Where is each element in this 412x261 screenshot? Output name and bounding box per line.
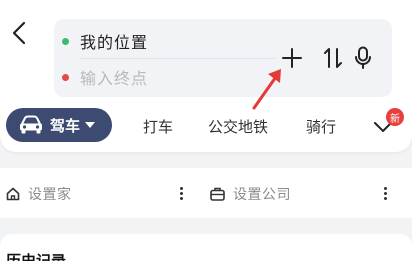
swap-vertical-icon xyxy=(324,48,342,68)
car-icon xyxy=(20,115,42,134)
tab-transit[interactable]: 公交地铁 xyxy=(208,116,268,137)
start-dot xyxy=(62,37,69,45)
route-header: 我的位置 输入终点 驾车 打车 公交地铁 骑行 新 xyxy=(0,0,412,152)
dot xyxy=(383,196,387,200)
dot xyxy=(179,191,183,195)
travel-mode-tabs: 驾车 打车 公交地铁 骑行 新 xyxy=(0,108,412,144)
dot xyxy=(179,186,183,190)
input-divider xyxy=(80,58,275,59)
end-point-row[interactable]: 输入终点 xyxy=(62,65,148,89)
start-point-row[interactable]: 我的位置 xyxy=(62,29,148,53)
tab-taxi[interactable]: 打车 xyxy=(143,116,173,137)
annotation-arrow xyxy=(252,69,281,110)
set-company-label: 设置公司 xyxy=(233,187,291,203)
home-icon xyxy=(6,187,20,201)
set-company-button[interactable]: 设置公司 xyxy=(210,184,291,204)
voice-input-button[interactable] xyxy=(350,45,376,71)
company-more-button[interactable] xyxy=(380,184,390,202)
end-dot xyxy=(62,73,69,81)
tab-bike[interactable]: 骑行 xyxy=(306,116,336,137)
history-section: 历史记录 xyxy=(0,234,412,261)
quick-places-bar: 设置家 设置公司 xyxy=(0,168,412,218)
set-home-button[interactable]: 设置家 xyxy=(6,184,72,204)
end-point-input[interactable]: 输入终点 xyxy=(80,65,148,89)
home-more-button[interactable] xyxy=(176,184,186,202)
set-home-label: 设置家 xyxy=(28,187,72,203)
swap-button[interactable] xyxy=(320,45,346,71)
dot xyxy=(383,191,387,195)
start-point-label: 我的位置 xyxy=(80,33,149,52)
tab-drive[interactable]: 驾车 xyxy=(6,108,112,142)
chevron-left-icon xyxy=(12,21,26,45)
briefcase-icon xyxy=(210,187,225,201)
dot xyxy=(383,186,387,190)
route-search-box: 我的位置 输入终点 xyxy=(54,19,392,97)
microphone-icon xyxy=(355,46,371,69)
caret-down-icon xyxy=(85,122,96,128)
back-button[interactable] xyxy=(8,18,30,48)
new-badge: 新 xyxy=(386,108,404,126)
history-title: 历史记录 xyxy=(6,252,67,261)
dot xyxy=(179,196,183,200)
tab-drive-label: 驾车 xyxy=(50,116,81,135)
